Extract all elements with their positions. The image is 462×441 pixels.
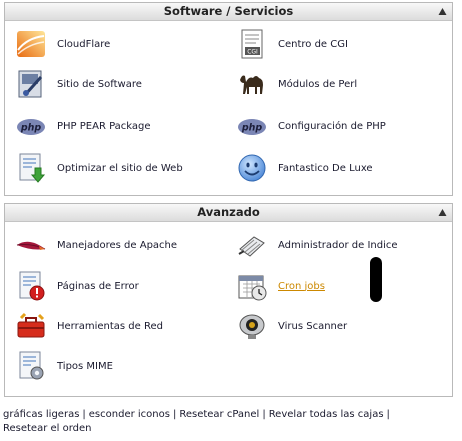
network-tools-item[interactable]: Herramientas de Red [15, 309, 163, 343]
footer-separator: | [82, 409, 86, 420]
software-services-box: Software / Servicios CloudFlare CGI Cent… [4, 2, 453, 196]
php-config-label: Configuración de PHP [278, 120, 386, 132]
optimize-site-icon [19, 153, 46, 183]
error-page-icon [19, 271, 45, 301]
svg-text:CGI: CGI [247, 49, 258, 56]
footer-separator: | [386, 409, 390, 420]
footer-separator: | [262, 409, 266, 420]
software-services-header[interactable]: Software / Servicios [5, 3, 452, 21]
footer-links: gráficas ligeras | esconder iconos | Resetea… [3, 408, 455, 436]
cgi-center-icon: CGI [241, 29, 263, 59]
mime-types-icon [19, 351, 44, 380]
calendar-clock-icon [238, 275, 267, 301]
error-pages-item[interactable]: Páginas de Error [15, 269, 139, 303]
avanzado-title: Avanzado [197, 205, 260, 219]
redaction-bar [370, 257, 382, 302]
hide-icons-link[interactable]: esconder iconos [89, 409, 170, 420]
php-icon: php [238, 119, 266, 135]
cloudflare-label: CloudFlare [57, 38, 111, 50]
cron-jobs-link[interactable]: Cron jobs [278, 281, 325, 292]
network-tools-label: Herramientas de Red [57, 320, 163, 332]
software-site-label: Sitio de Software [57, 78, 142, 90]
cloudflare-item[interactable]: CloudFlare [15, 27, 110, 61]
php-config-item[interactable]: php Configuración de PHP [236, 109, 386, 143]
index-manager-icon [238, 236, 265, 257]
php-pear-label: PHP PEAR Package [57, 120, 151, 132]
perl-camel-icon [240, 75, 263, 94]
reset-cpanel-link[interactable]: Resetear cPanel [179, 409, 259, 420]
apache-feather-icon [16, 241, 46, 250]
svg-text:php: php [241, 123, 263, 134]
perl-modules-label: Módulos de Perl [278, 78, 358, 90]
optimize-site-item[interactable]: Optimizar el sitio de Web [15, 151, 183, 185]
apache-handlers-item[interactable]: Manejadores de Apache [15, 228, 177, 262]
cgi-center-label: Centro de CGI [278, 38, 348, 50]
php-icon: php [17, 119, 45, 135]
perl-modules-item[interactable]: Módulos de Perl [236, 67, 357, 101]
collapse-arrow-icon[interactable] [438, 208, 447, 217]
footer-separator: | [172, 409, 177, 420]
mime-types-label: Tipos MIME [57, 360, 113, 372]
svg-text:php: php [20, 123, 42, 134]
avanzado-header[interactable]: Avanzado [5, 204, 452, 222]
index-manager-label: Administrador de Indice [278, 239, 398, 251]
webcam-icon [239, 314, 265, 339]
cgi-center-item[interactable]: CGI Centro de CGI [236, 27, 348, 61]
network-tools-icon [17, 312, 45, 338]
avanzado-box: Avanzado Manejadores de Apache Administr… [4, 203, 453, 397]
optimize-site-label: Optimizar el sitio de Web [57, 162, 183, 174]
fantastico-item[interactable]: Fantastico De Luxe [236, 151, 373, 185]
smiley-icon [238, 154, 266, 182]
php-pear-item[interactable]: php PHP PEAR Package [15, 109, 151, 143]
virus-scanner-label: Virus Scanner [278, 320, 348, 332]
software-site-item[interactable]: Sitio de Software [15, 67, 142, 101]
reveal-all-boxes-link[interactable]: Revelar todas las cajas [269, 409, 384, 420]
fantastico-label: Fantastico De Luxe [278, 162, 373, 174]
software-services-title: Software / Servicios [163, 4, 294, 18]
reset-order-link[interactable]: Resetear el orden [3, 423, 92, 434]
apache-handlers-label: Manejadores de Apache [57, 239, 178, 251]
cron-jobs-item[interactable]: Cron jobs [236, 269, 325, 303]
error-pages-label: Páginas de Error [57, 280, 139, 292]
mime-types-item[interactable]: Tipos MIME [15, 349, 113, 383]
collapse-arrow-icon[interactable] [438, 7, 447, 16]
light-graphics-link[interactable]: gráficas ligeras [3, 409, 79, 420]
software-site-icon [18, 70, 43, 98]
virus-scanner-item[interactable]: Virus Scanner [236, 309, 347, 343]
cloudflare-icon [17, 31, 45, 57]
